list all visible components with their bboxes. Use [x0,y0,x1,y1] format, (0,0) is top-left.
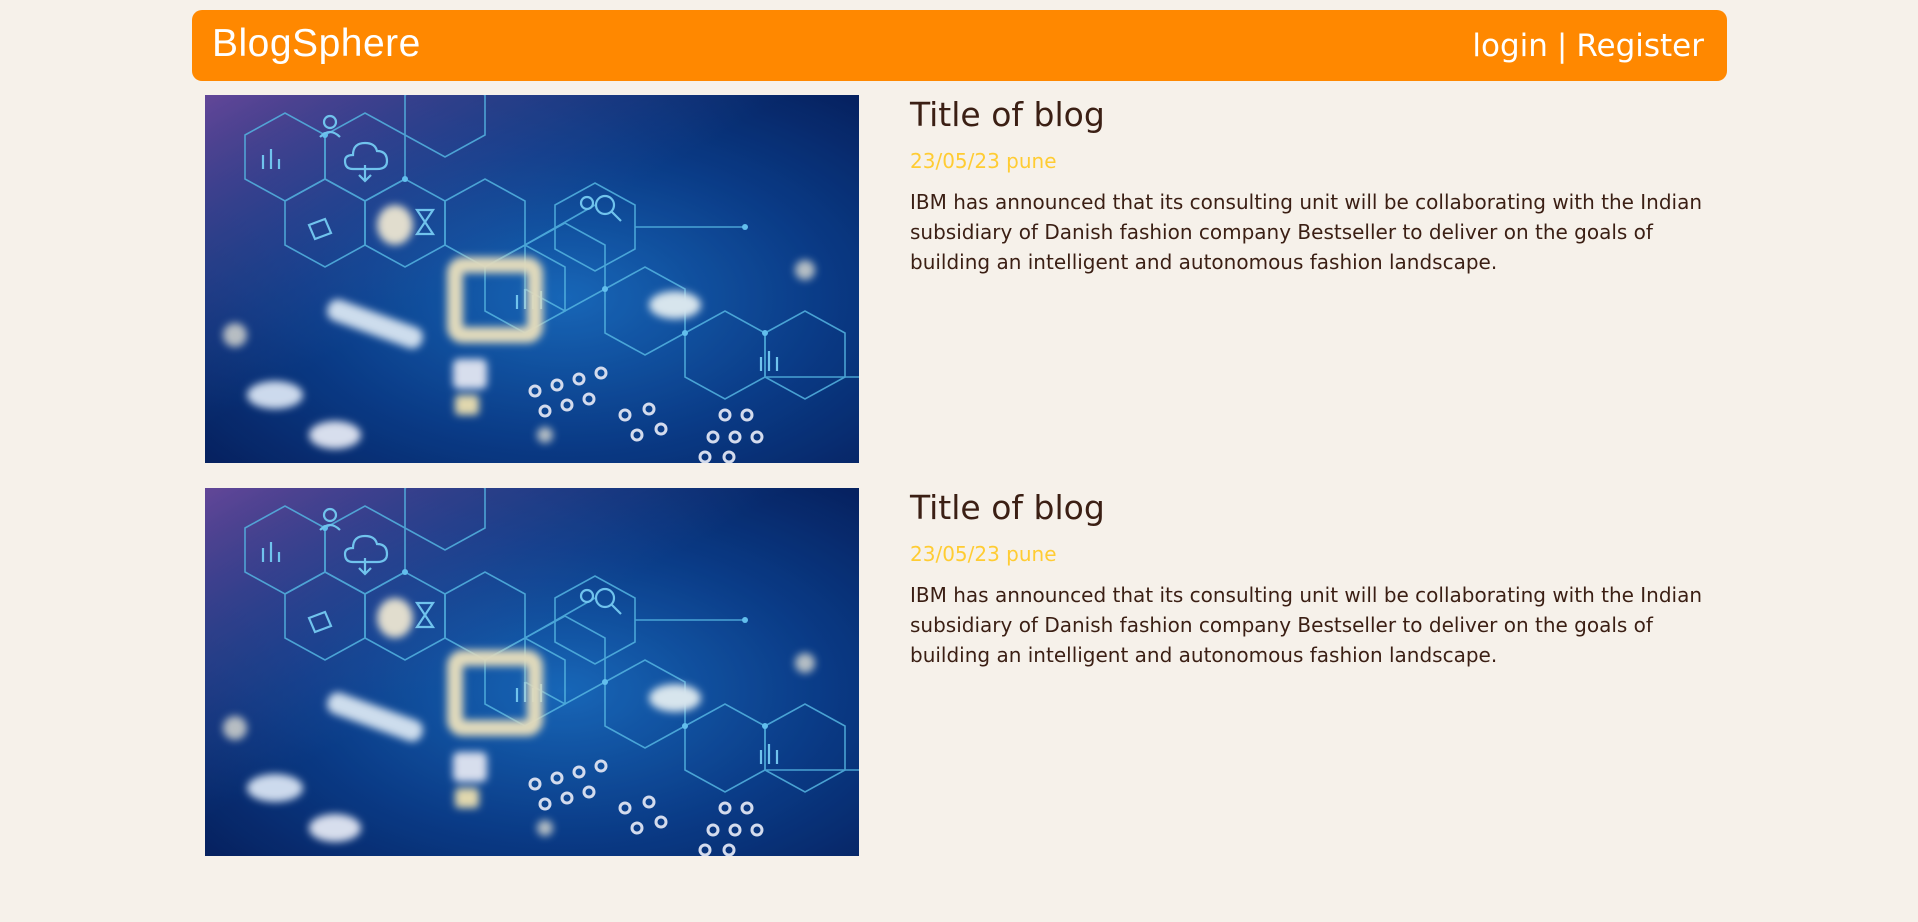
register-link[interactable]: Register [1576,28,1704,64]
blog-post-thumbnail[interactable] [205,488,859,856]
blog-post-body: Title of blog 23/05/23 pune IBM has anno… [910,95,1710,463]
blog-post-body: Title of blog 23/05/23 pune IBM has anno… [910,488,1710,856]
blog-post-excerpt: IBM has announced that its consulting un… [910,190,1703,274]
blog-post-card[interactable]: Title of blog 23/05/23 pune IBM has anno… [205,488,1715,856]
blog-post-card[interactable]: Title of blog 23/05/23 pune IBM has anno… [205,95,1715,463]
auth-links: login | Register [1472,28,1704,64]
blog-post-excerpt: IBM has announced that its consulting un… [910,583,1703,667]
blog-post-title[interactable]: Title of blog [910,95,1710,135]
brand-logo[interactable]: BlogSphere [212,22,421,66]
auth-separator: | [1556,27,1568,64]
blog-post-list: Title of blog 23/05/23 pune IBM has anno… [205,95,1715,881]
blog-post-meta: 23/05/23 pune [910,149,1057,173]
blog-post-meta: 23/05/23 pune [910,542,1057,566]
top-navbar: BlogSphere login | Register [192,10,1727,81]
login-link[interactable]: login [1472,28,1548,64]
blog-post-title[interactable]: Title of blog [910,488,1710,528]
blog-post-thumbnail[interactable] [205,95,859,463]
